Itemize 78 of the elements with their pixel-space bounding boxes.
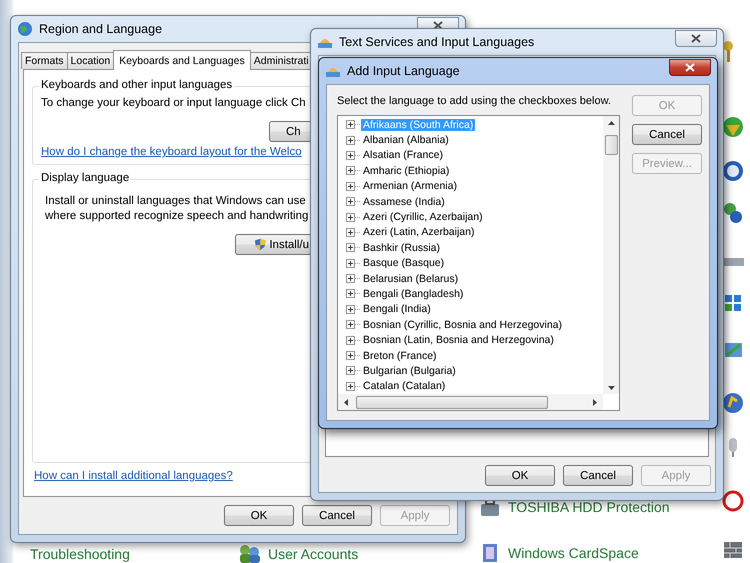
tree-item[interactable]: Bosnian (Cyrillic, Bosnia and Herzegovina) bbox=[361, 318, 564, 331]
window-title: Region and Language bbox=[39, 22, 164, 36]
dialog-button[interactable]: Cancel bbox=[632, 124, 702, 145]
expand-icon[interactable] bbox=[346, 366, 355, 376]
scroll-down-icon[interactable] bbox=[608, 386, 614, 390]
tree-item[interactable]: Catalan (Catalan) bbox=[361, 380, 448, 392]
tab[interactable]: Keyboards and Languages bbox=[113, 50, 251, 70]
people-icon bbox=[240, 545, 260, 563]
tree-item[interactable]: Bengali (Bangladesh) bbox=[361, 288, 466, 300]
expand-icon[interactable] bbox=[346, 150, 355, 160]
tab[interactable]: Administrati bbox=[250, 52, 313, 69]
tree-item[interactable]: Bengali (India) bbox=[361, 303, 433, 316]
expand-icon[interactable] bbox=[346, 351, 355, 360]
expand-icon[interactable] bbox=[346, 304, 355, 314]
scroll-thumb[interactable] bbox=[604, 135, 618, 155]
scroll-right-icon[interactable] bbox=[593, 398, 597, 406]
tree-item[interactable]: Bashkir (Russia) bbox=[361, 242, 442, 254]
tree-item[interactable]: Albanian (Albania) bbox=[361, 134, 451, 146]
tree-item[interactable]: Azeri (Latin, Azerbaijan) bbox=[361, 226, 476, 238]
scroll-left-icon[interactable] bbox=[344, 398, 348, 406]
windows-icon bbox=[722, 292, 744, 314]
tree-item[interactable]: Armenian (Armenia) bbox=[361, 180, 459, 192]
description-text: Install or uninstall languages that Windows can use bbox=[45, 194, 306, 209]
expand-icon[interactable] bbox=[346, 197, 355, 206]
tree-item[interactable]: Alsatian (France) bbox=[361, 149, 445, 162]
expand-icon[interactable] bbox=[346, 289, 355, 298]
expand-icon[interactable] bbox=[346, 182, 355, 191]
group-heading: Keyboards and other input languages bbox=[39, 79, 234, 91]
dialog-button[interactable]: OK bbox=[224, 505, 294, 526]
expand-icon[interactable] bbox=[346, 166, 355, 176]
tree-item[interactable]: Bulgarian (Bulgaria) bbox=[361, 364, 458, 377]
tree-item[interactable]: Azeri (Cyrillic, Azerbaijan) bbox=[361, 211, 485, 224]
close-icon bbox=[685, 62, 695, 72]
window-title: Add Input Language bbox=[347, 64, 461, 78]
scrollbar[interactable] bbox=[603, 116, 619, 394]
scrollbar[interactable] bbox=[338, 394, 603, 410]
dialog-button[interactable]: Cancel bbox=[563, 465, 633, 486]
description-text: To change your keyboard or input language click Ch bbox=[41, 97, 306, 109]
help-link[interactable]: How do I change the keyboard layout for the Welco bbox=[41, 146, 302, 158]
toolbox-icon bbox=[480, 498, 500, 516]
group-heading: Display language bbox=[39, 172, 132, 184]
expand-icon[interactable] bbox=[346, 120, 355, 130]
scroll-up-icon[interactable] bbox=[608, 121, 614, 125]
dialog-button[interactable]: OK bbox=[485, 465, 555, 486]
control-panel-link[interactable]: User Accounts bbox=[268, 546, 358, 562]
instruction-text: Select the language to add using the checkboxes below. bbox=[337, 95, 612, 107]
expand-icon[interactable] bbox=[346, 212, 355, 222]
network-icon bbox=[722, 202, 744, 224]
help-link[interactable]: How can I install additional languages? bbox=[34, 470, 233, 482]
tab[interactable]: Formats bbox=[21, 52, 68, 69]
expand-icon[interactable] bbox=[346, 228, 355, 237]
expand-icon[interactable] bbox=[346, 136, 355, 145]
tree-item[interactable]: Assamese (India) bbox=[361, 196, 447, 208]
window-title: Text Services and Input Languages bbox=[339, 35, 536, 49]
close-icon bbox=[433, 20, 443, 30]
close-icon bbox=[691, 34, 701, 42]
tree-item[interactable]: Breton (France) bbox=[361, 350, 439, 362]
control-panel-link[interactable]: TOSHIBA HDD Protection bbox=[508, 499, 670, 515]
tree-item[interactable]: Amharic (Ethiopia) bbox=[361, 164, 452, 177]
close-button[interactable] bbox=[669, 58, 711, 76]
dialog-button[interactable]: Cancel bbox=[302, 505, 372, 526]
control-panel-link[interactable]: Windows CardSpace bbox=[508, 545, 639, 561]
description-text: where supported recognize speech and handwriting bbox=[45, 209, 308, 224]
key-icon bbox=[722, 40, 734, 62]
expand-icon[interactable] bbox=[346, 320, 355, 330]
tree-item[interactable]: Bosnian (Latin, Bosnia and Herzegovina) bbox=[361, 334, 556, 346]
scroll-thumb[interactable] bbox=[356, 396, 548, 408]
expand-icon[interactable] bbox=[346, 258, 355, 268]
card-icon bbox=[480, 544, 500, 562]
expand-icon[interactable] bbox=[346, 274, 355, 284]
close-button[interactable] bbox=[675, 30, 717, 46]
tab[interactable]: Location bbox=[66, 52, 114, 69]
control-panel-link[interactable]: Troubleshooting bbox=[30, 546, 130, 562]
expand-icon[interactable] bbox=[346, 336, 355, 345]
tree-item[interactable]: Belarusian (Belarus) bbox=[361, 272, 460, 285]
tree-item[interactable]: Basque (Basque) bbox=[361, 257, 446, 270]
expand-icon[interactable] bbox=[346, 243, 355, 252]
expand-icon[interactable] bbox=[346, 382, 355, 391]
